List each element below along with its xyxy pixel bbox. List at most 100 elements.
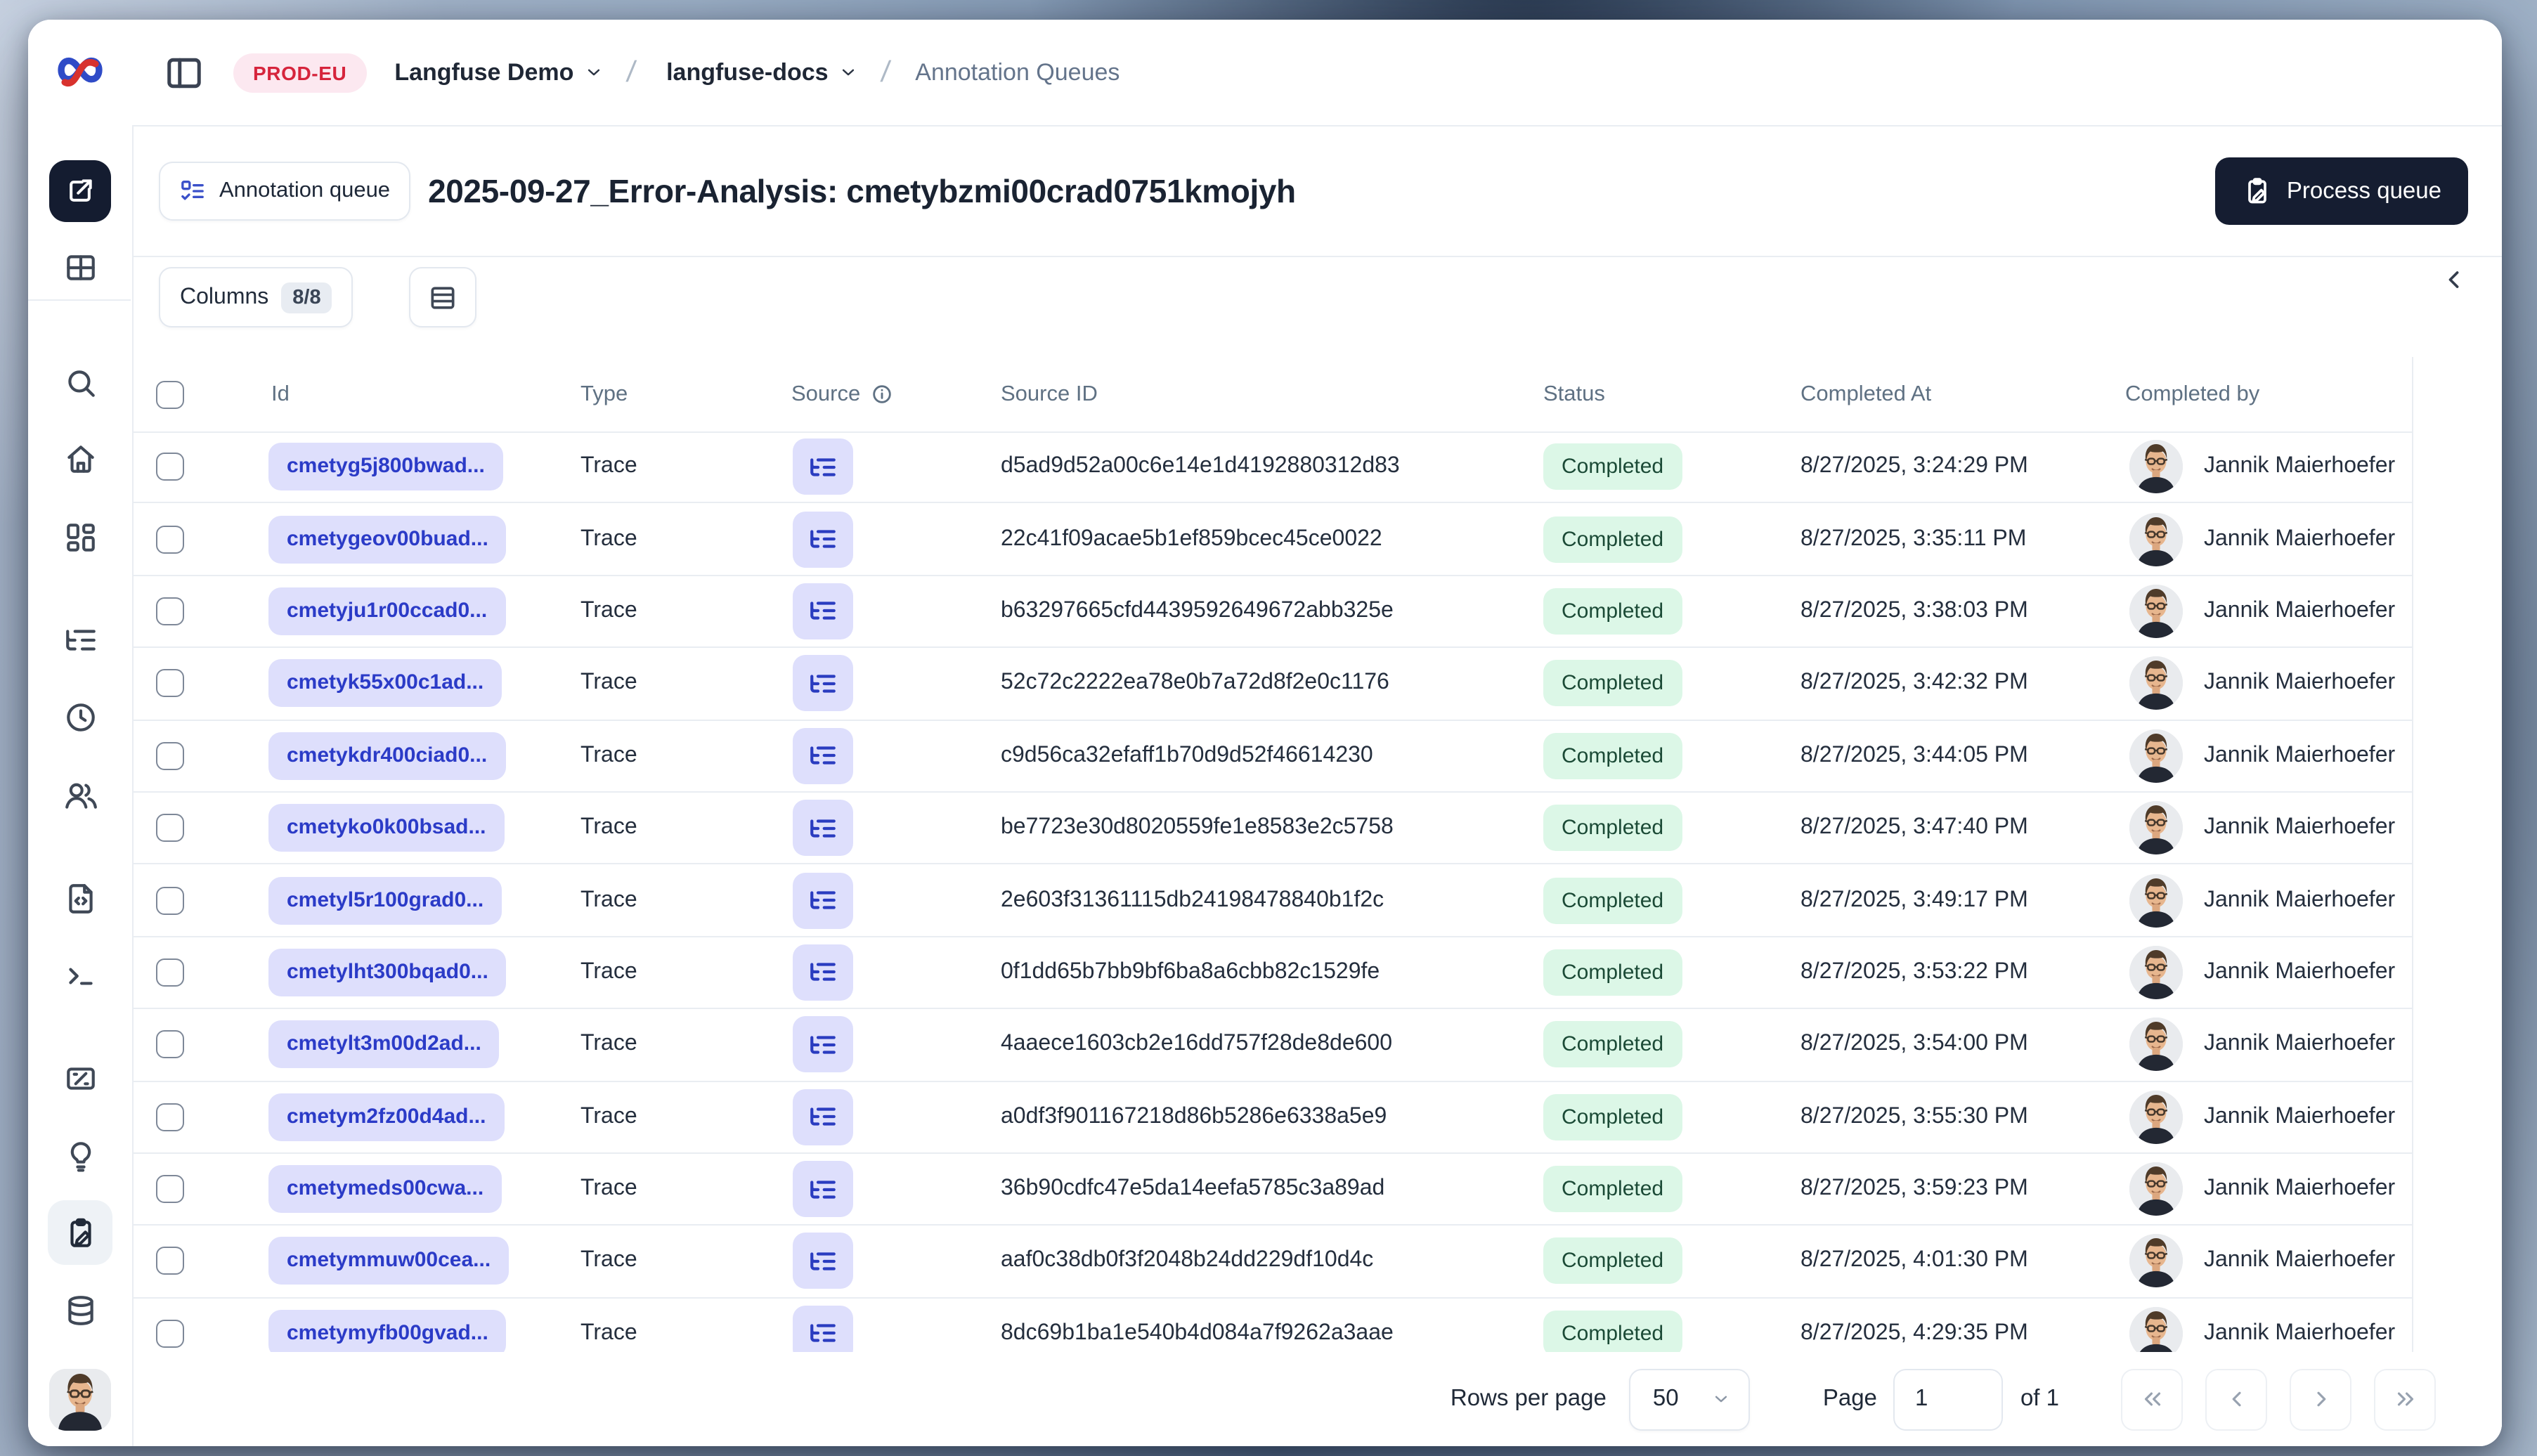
row-source-trace-button[interactable]: [793, 511, 853, 568]
row-source-trace-button[interactable]: [793, 1161, 853, 1218]
home-icon: [67, 445, 93, 472]
sidebar-item-evaluators[interactable]: [55, 1053, 105, 1103]
row-completed-at: 8/27/2025, 3:44:05 PM: [1800, 743, 2028, 767]
table-row[interactable]: cmetyg5j800bwad... Trace d5ad9d52a00c6e1…: [132, 431, 2412, 504]
columns-button[interactable]: Columns 8/8: [159, 267, 353, 327]
row-checkbox[interactable]: [156, 1175, 184, 1204]
row-status-badge: Completed: [1543, 805, 1682, 852]
desktop-background: PROD-EU Langfuse Demo / langfuse-docs / …: [0, 0, 2537, 1456]
sidebar-item-home[interactable]: [55, 433, 105, 483]
row-checkbox[interactable]: [156, 1030, 184, 1059]
person-photo: [2129, 440, 2183, 494]
collapse-panel-button[interactable]: [2439, 263, 2472, 297]
row-source-trace-button[interactable]: [793, 1016, 853, 1073]
process-queue-button[interactable]: Process queue: [2214, 157, 2468, 225]
langfuse-logo[interactable]: [28, 20, 132, 126]
row-height-button[interactable]: [409, 267, 476, 327]
project-selector[interactable]: langfuse-docs: [666, 58, 859, 86]
person-photo: [2129, 512, 2183, 566]
row-checkbox[interactable]: [156, 453, 184, 481]
row-checkbox[interactable]: [156, 1247, 184, 1275]
row-source-trace-button[interactable]: [793, 800, 853, 857]
row-source-trace-button[interactable]: [793, 944, 853, 1001]
person-photo: [2129, 873, 2183, 928]
sidebar-item-annotation-queues[interactable]: [48, 1200, 112, 1265]
row-id-chip[interactable]: cmetym2fz00d4ad...: [268, 1093, 505, 1141]
table-row[interactable]: cmetyju1r00ccad0... Trace b63297665cfd44…: [132, 576, 2412, 649]
table-row[interactable]: cmetylt3m00d2ad... Trace 4aaece1603cb2e1…: [132, 1009, 2412, 1082]
row-source-trace-button[interactable]: [793, 438, 853, 495]
column-header-id[interactable]: Id: [271, 382, 290, 407]
row-id-chip[interactable]: cmetyk55x00c1ad...: [268, 659, 502, 708]
page-number-input[interactable]: [1893, 1368, 2004, 1430]
row-source-trace-button[interactable]: [793, 655, 853, 712]
row-id-chip[interactable]: cmetyko0k00bsad...: [268, 804, 505, 852]
sidebar-item-playground[interactable]: [55, 950, 105, 1001]
row-checkbox[interactable]: [156, 669, 184, 698]
row-source-trace-button[interactable]: [793, 1088, 853, 1145]
sidebar-item-datasets[interactable]: [55, 1285, 105, 1335]
org-selector[interactable]: Langfuse Demo: [394, 58, 604, 86]
person-photo: [2129, 1234, 2183, 1288]
row-id-chip[interactable]: cmetymmuw00cea...: [268, 1237, 510, 1285]
sidebar-item-dashboard[interactable]: [55, 512, 105, 562]
column-header-completed-at[interactable]: Completed At: [1800, 382, 1931, 407]
row-checkbox[interactable]: [156, 814, 184, 843]
sidebar-item-table[interactable]: [55, 242, 105, 292]
row-checkbox[interactable]: [156, 958, 184, 987]
table-row[interactable]: cmetyk55x00c1ad... Trace 52c72c2222ea78e…: [132, 648, 2412, 721]
column-header-source-id[interactable]: Source ID: [1001, 382, 1098, 407]
row-id-chip[interactable]: cmetylt3m00d2ad...: [268, 1020, 500, 1069]
last-page-button[interactable]: [2374, 1368, 2436, 1430]
table-row[interactable]: cmetym2fz00d4ad... Trace a0df3f901167218…: [132, 1081, 2412, 1154]
row-id-chip[interactable]: cmetyl5r100grad0...: [268, 876, 502, 925]
row-id-chip[interactable]: cmetymyfb00gvad...: [268, 1309, 507, 1358]
column-header-completed-by[interactable]: Completed by: [2125, 382, 2259, 407]
sidebar-item-prompts[interactable]: [55, 873, 105, 923]
table-row[interactable]: cmetykdr400ciad0... Trace c9d56ca32efaff…: [132, 720, 2412, 793]
sidebar-item-search[interactable]: [55, 357, 105, 408]
previous-page-button[interactable]: [2205, 1368, 2267, 1430]
sidebar-item-sessions[interactable]: [55, 691, 105, 742]
table-row[interactable]: cmetyko0k00bsad... Trace be7723e30d80205…: [132, 793, 2412, 865]
row-checkbox[interactable]: [156, 1319, 184, 1348]
sidebar-item-users[interactable]: [55, 770, 105, 821]
sidebar-item-open-in-new[interactable]: [49, 160, 111, 222]
next-page-button[interactable]: [2290, 1368, 2351, 1430]
table-row[interactable]: cmetylht300bqad0... Trace 0f1dd65b7bb9bf…: [132, 937, 2412, 1010]
first-page-button[interactable]: [2121, 1368, 2183, 1430]
row-source-trace-button[interactable]: [793, 583, 853, 639]
row-checkbox[interactable]: [156, 597, 184, 625]
table-row[interactable]: cmetymeds00cwa... Trace 36b90cdfc47e5da1…: [132, 1154, 2412, 1226]
row-id-chip[interactable]: cmetyg5j800bwad...: [268, 443, 503, 491]
row-id-chip[interactable]: cmetygeov00buad...: [268, 515, 507, 564]
row-checkbox[interactable]: [156, 525, 184, 554]
row-source-trace-button[interactable]: [793, 872, 853, 929]
row-source-id: aaf0c38db0f3f2048b24dd229df10d4c: [1001, 1248, 1374, 1273]
row-source-trace-button[interactable]: [793, 1233, 853, 1289]
row-id-chip[interactable]: cmetymeds00cwa...: [268, 1165, 502, 1214]
column-header-type[interactable]: Type: [580, 382, 628, 407]
table-row[interactable]: cmetygeov00buad... Trace 22c41f09acae5b1…: [132, 504, 2412, 576]
rows-per-page-select[interactable]: 50: [1628, 1368, 1750, 1430]
table-row[interactable]: cmetymmuw00cea... Trace aaf0c38db0f3f204…: [132, 1226, 2412, 1299]
sidebar-toggle-button[interactable]: [163, 51, 205, 93]
sidebar-item-traces[interactable]: [55, 614, 105, 665]
user-avatar[interactable]: [49, 1369, 111, 1431]
row-checkbox[interactable]: [156, 886, 184, 915]
column-header-status[interactable]: Status: [1543, 382, 1605, 407]
row-checkbox[interactable]: [156, 1103, 184, 1131]
sidebar-item-insights[interactable]: [55, 1130, 105, 1181]
row-id-chip[interactable]: cmetyju1r00ccad0...: [268, 587, 506, 635]
row-checkbox[interactable]: [156, 741, 184, 770]
row-id-chip[interactable]: cmetylht300bqad0...: [268, 948, 507, 996]
row-completed-by: Jannik Maierhoefer: [2204, 598, 2396, 623]
row-id-chip[interactable]: cmetykdr400ciad0...: [268, 732, 506, 780]
select-all-checkbox[interactable]: [156, 380, 184, 408]
person-photo: [2129, 801, 2183, 855]
row-type: Trace: [580, 598, 637, 623]
table-row[interactable]: cmetyl5r100grad0... Trace 2e603f31361115…: [132, 865, 2412, 937]
row-source-trace-button[interactable]: [793, 727, 853, 784]
row-type: Trace: [580, 1248, 637, 1273]
column-header-source[interactable]: Source: [791, 382, 894, 407]
